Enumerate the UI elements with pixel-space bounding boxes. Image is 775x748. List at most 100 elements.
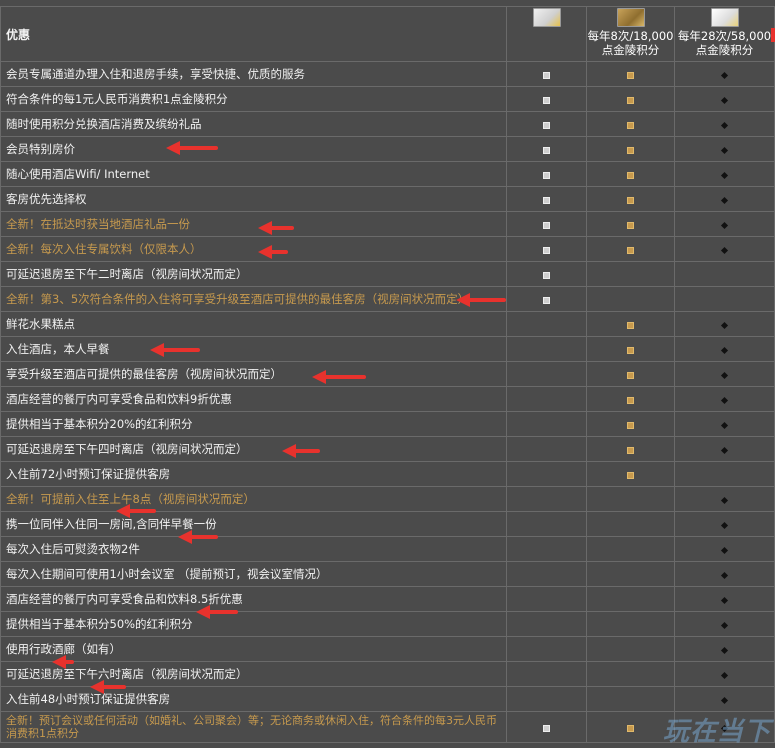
diamond-bullet-icon (720, 546, 729, 554)
tier-platinum-cell (674, 111, 775, 137)
red-arrow-icon (166, 141, 218, 155)
square-bullet-icon (627, 396, 634, 404)
benefit-label: 全新！在抵达时获当地酒店礼品一份 (0, 211, 507, 237)
tier-platinum-cell (674, 361, 775, 387)
diamond-bullet-icon (720, 246, 729, 254)
diamond-bullet-icon (720, 196, 729, 204)
tier-gold-cell (586, 436, 675, 462)
tier-gold-cell (586, 61, 675, 87)
platinum-card-icon (710, 8, 739, 27)
diamond-bullet-icon (720, 646, 729, 654)
tier-silver-cell (506, 511, 587, 537)
tier-platinum-label-line1: 每年28次/58,000 (677, 29, 772, 43)
diamond-bullet-icon (720, 146, 729, 154)
square-bullet-icon (627, 421, 634, 429)
red-arrow-icon (282, 444, 320, 458)
diamond-bullet-icon (720, 621, 729, 629)
tier-platinum-cell (674, 536, 775, 562)
tier-silver-cell (506, 436, 587, 462)
tier-platinum-header: 每年28次/58,000 点金陵积分 (674, 6, 775, 62)
square-bullet-icon (543, 71, 550, 79)
tier-gold-label-line1: 每年8次/18,000 (587, 29, 674, 43)
square-bullet-icon (543, 146, 550, 154)
tier-gold-cell (586, 186, 675, 212)
diamond-bullet-icon (720, 121, 729, 129)
red-arrow-icon (456, 293, 506, 307)
benefit-row: 酒店经营的餐厅内可享受食品和饮料9折优惠 (0, 386, 775, 412)
red-arrow-icon (116, 504, 156, 518)
benefit-row: 提供相当于基本积分50%的红利积分 (0, 611, 775, 637)
square-bullet-icon (627, 171, 634, 179)
benefit-label: 可延迟退房至下午六时离店（视房间状况而定） (0, 661, 507, 687)
benefit-row: 每次入住后可熨烫衣物2件 (0, 536, 775, 562)
diamond-bullet-icon (720, 371, 729, 379)
tier-gold-cell (586, 536, 675, 562)
benefit-label: 随时使用积分兑换酒店消费及缤纷礼品 (0, 111, 507, 137)
red-arrow-icon (52, 655, 74, 669)
tier-silver-cell (506, 586, 587, 612)
gold-card-icon (616, 8, 645, 27)
tier-gold-cell (586, 311, 675, 337)
benefit-label: 入住前72小时预订保证提供客房 (0, 461, 507, 487)
header-row: 优惠 每年8次/18,000 点金陵积分 每年28次/58,000 点金陵积分 (0, 6, 775, 62)
tier-gold-cell (586, 261, 675, 287)
benefit-label: 使用行政酒廊（如有） (0, 636, 507, 662)
square-bullet-icon (543, 271, 550, 279)
tier-platinum-cell (674, 586, 775, 612)
tier-silver-cell (506, 261, 587, 287)
square-bullet-icon (543, 221, 550, 229)
tier-platinum-cell (674, 636, 775, 662)
tier-silver-cell (506, 711, 587, 743)
diamond-bullet-icon (720, 421, 729, 429)
square-bullet-icon (543, 96, 550, 104)
square-bullet-icon (627, 196, 634, 204)
square-bullet-icon (543, 171, 550, 179)
tier-silver-cell (506, 636, 587, 662)
benefit-label: 全新！预订会议或任何活动（如婚礼、公司聚会）等；无论商务或休闲入住，符合条件的每… (0, 711, 507, 743)
tier-platinum-cell (674, 461, 775, 487)
benefit-row: 全新！每次入住专属饮料（仅限本人） (0, 236, 775, 262)
tier-platinum-cell (674, 311, 775, 337)
benefit-label: 可延迟退房至下午四时离店（视房间状况而定） (0, 436, 507, 462)
tier-gold-cell (586, 461, 675, 487)
tier-platinum-cell (674, 161, 775, 187)
benefit-row: 随心使用酒店Wifi/ Internet (0, 161, 775, 187)
tier-platinum-cell (674, 286, 775, 312)
benefit-label: 全新！第3、5次符合条件的入住将可享受升级至酒店可提供的最佳客房（视房间状况而定… (0, 286, 507, 312)
benefit-label: 提供相当于基本积分50%的红利积分 (0, 611, 507, 637)
tier-gold-cell (586, 86, 675, 112)
benefit-label: 每次入住期间可使用1小时会议室 （提前预订，视会议室情况） (0, 561, 507, 587)
tier-silver-cell (506, 536, 587, 562)
benefit-label: 会员专属通道办理入住和退房手续，享受快捷、优质的服务 (0, 61, 507, 87)
tier-silver-cell (506, 686, 587, 712)
benefit-row: 享受升级至酒店可提供的最佳客房（视房间状况而定） (0, 361, 775, 387)
benefit-label: 酒店经营的餐厅内可享受食品和饮料8.5折优惠 (0, 586, 507, 612)
square-bullet-icon (627, 96, 634, 104)
benefit-row: 每次入住期间可使用1小时会议室 （提前预订，视会议室情况） (0, 561, 775, 587)
tier-gold-cell (586, 661, 675, 687)
tier-platinum-cell (674, 236, 775, 262)
tier-silver-cell (506, 311, 587, 337)
diamond-bullet-icon (720, 571, 729, 579)
tier-silver-cell (506, 661, 587, 687)
tier-platinum-cell (674, 86, 775, 112)
tier-gold-cell (586, 386, 675, 412)
benefit-label: 每次入住后可熨烫衣物2件 (0, 536, 507, 562)
square-bullet-icon (627, 446, 634, 454)
red-arrow-icon (258, 245, 288, 259)
tier-gold-cell (586, 136, 675, 162)
diamond-bullet-icon (720, 446, 729, 454)
tier-gold-cell (586, 486, 675, 512)
tier-silver-cell (506, 336, 587, 362)
tier-platinum-cell (674, 661, 775, 687)
tier-silver-cell (506, 186, 587, 212)
tier-silver-cell (506, 561, 587, 587)
tier-platinum-cell (674, 611, 775, 637)
tier-gold-label-line2: 点金陵积分 (601, 43, 660, 57)
benefit-label: 酒店经营的餐厅内可享受食品和饮料9折优惠 (0, 386, 507, 412)
red-arrow-icon (312, 370, 366, 384)
watermark-logo: 玩在当下 (662, 717, 771, 747)
tier-gold-cell (586, 211, 675, 237)
tier-platinum-cell (674, 386, 775, 412)
benefit-row: 可延迟退房至下午四时离店（视房间状况而定） (0, 436, 775, 462)
